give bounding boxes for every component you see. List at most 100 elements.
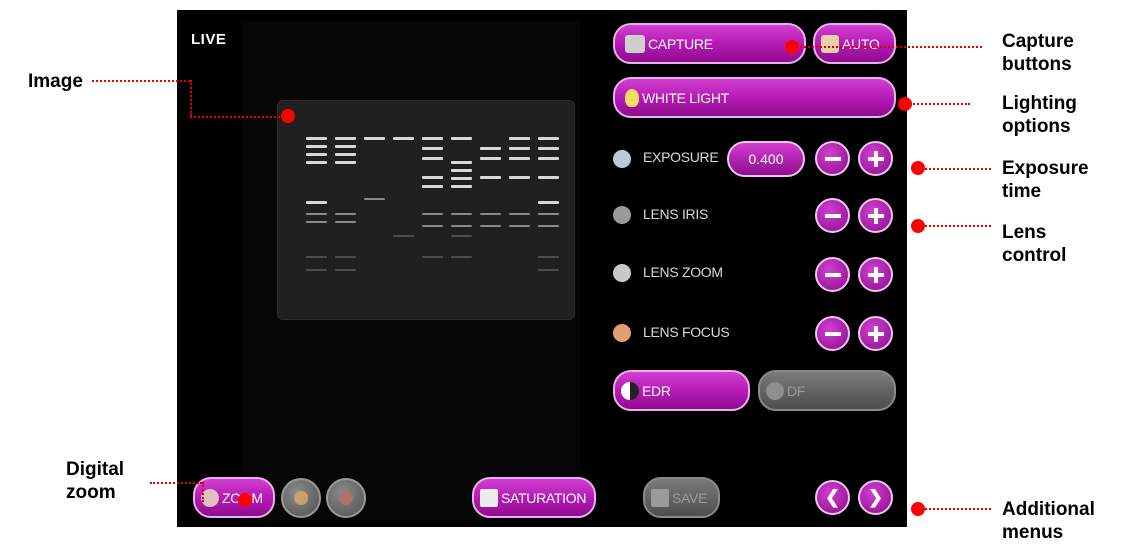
previous-button[interactable]: ❮ bbox=[815, 480, 850, 515]
gel-band bbox=[509, 213, 530, 215]
gel-band bbox=[451, 213, 472, 215]
zoom-in-button[interactable] bbox=[281, 478, 321, 518]
connector-digital-zoom bbox=[150, 482, 202, 484]
gel-band bbox=[451, 161, 472, 164]
annotation-exposure-line1: Exposure bbox=[1002, 158, 1089, 179]
gel-band bbox=[393, 235, 414, 237]
half-moon-icon bbox=[621, 381, 639, 400]
annotation-lens-line1: Lens bbox=[1002, 222, 1047, 243]
iris-icon bbox=[613, 206, 631, 224]
gel-band bbox=[335, 161, 356, 164]
gel-band bbox=[538, 201, 559, 204]
gel-band bbox=[335, 269, 356, 271]
gel-band bbox=[509, 137, 530, 140]
gel-band bbox=[451, 235, 472, 237]
minus-icon bbox=[824, 151, 841, 167]
gel-band bbox=[306, 221, 327, 223]
save-button[interactable]: SAVE bbox=[643, 477, 720, 518]
camera-icon bbox=[625, 34, 645, 53]
stopwatch-icon bbox=[613, 150, 631, 168]
gel-band bbox=[509, 147, 530, 150]
exposure-minus-button[interactable] bbox=[815, 141, 850, 176]
magnifier-icon bbox=[294, 491, 308, 505]
annotation-exposure-line2: time bbox=[1002, 181, 1042, 202]
focus-plus-button[interactable] bbox=[858, 316, 893, 351]
gel-band bbox=[422, 225, 443, 227]
edr-button[interactable]: EDR bbox=[613, 370, 750, 411]
gel-band bbox=[480, 157, 501, 160]
zoom-reset-button[interactable] bbox=[326, 478, 366, 518]
gel-band bbox=[538, 213, 559, 215]
gel-band bbox=[306, 137, 327, 140]
minus-icon bbox=[824, 267, 841, 283]
next-button[interactable]: ❯ bbox=[858, 480, 893, 515]
arrow-right-icon: ❯ bbox=[867, 487, 884, 507]
annotation-additional-line2: menus bbox=[1002, 522, 1064, 543]
gel-band bbox=[538, 157, 559, 160]
capture-button[interactable]: CAPTURE bbox=[613, 23, 806, 64]
annotation-capture: Capture buttons bbox=[1002, 30, 1074, 76]
lens-zoom-label: LENS ZOOM bbox=[643, 264, 723, 280]
gel-band bbox=[538, 176, 559, 179]
auto-icon bbox=[821, 34, 839, 53]
saturation-button[interactable]: SATURATION bbox=[472, 477, 596, 518]
saturation-icon bbox=[480, 488, 498, 507]
gel-band bbox=[509, 225, 530, 227]
gel-band bbox=[480, 213, 501, 215]
annotation-digital-zoom-line2: zoom bbox=[66, 482, 116, 503]
lens-zoom-plus-button[interactable] bbox=[858, 257, 893, 292]
capture-button-label: CAPTURE bbox=[648, 35, 713, 52]
minus-icon bbox=[824, 326, 841, 342]
lens-focus-label: LENS FOCUS bbox=[643, 324, 730, 340]
plus-icon bbox=[867, 207, 884, 224]
iris-minus-button[interactable] bbox=[815, 198, 850, 233]
arrow-left-icon: ❮ bbox=[824, 487, 841, 507]
auto-button[interactable]: AUTO bbox=[813, 23, 896, 64]
df-icon bbox=[766, 381, 784, 400]
white-light-label: WHITE LIGHT bbox=[642, 89, 729, 106]
connector-image bbox=[92, 80, 190, 82]
annotation-image: Image bbox=[28, 71, 83, 92]
gel-band bbox=[509, 176, 530, 179]
gel-band bbox=[335, 145, 356, 148]
gel-band bbox=[306, 256, 327, 258]
iris-plus-button[interactable] bbox=[858, 198, 893, 233]
annotation-digital-zoom-line1: Digital bbox=[66, 459, 125, 480]
lens-iris-label: LENS IRIS bbox=[643, 206, 708, 222]
gel-band bbox=[451, 256, 472, 258]
focus-minus-button[interactable] bbox=[815, 316, 850, 351]
marker-additional bbox=[911, 502, 925, 516]
connector-lens bbox=[925, 225, 991, 227]
gel-band bbox=[335, 221, 356, 223]
annotation-capture-line1: Capture bbox=[1002, 31, 1074, 52]
df-button[interactable]: DF bbox=[758, 370, 896, 411]
gel-band bbox=[538, 147, 559, 150]
gel-band bbox=[451, 177, 472, 180]
edr-label: EDR bbox=[642, 382, 671, 399]
gel-band bbox=[422, 185, 443, 188]
live-label: LIVE bbox=[191, 31, 227, 48]
gel-band bbox=[364, 198, 385, 200]
gel-band bbox=[422, 256, 443, 258]
exposure-value-field[interactable]: 0.400 bbox=[727, 141, 805, 177]
df-label: DF bbox=[787, 382, 806, 399]
gel-band bbox=[538, 269, 559, 271]
gel-band bbox=[480, 176, 501, 179]
annotation-lens: Lens control bbox=[1002, 221, 1066, 267]
connector-digital-zoom-vertical bbox=[202, 482, 204, 502]
auto-button-label: AUTO bbox=[842, 35, 880, 52]
gel-band bbox=[364, 137, 385, 140]
eye-icon bbox=[613, 324, 631, 342]
lens-zoom-minus-button[interactable] bbox=[815, 257, 850, 292]
annotation-exposure: Exposure time bbox=[1002, 157, 1089, 203]
zoom-button[interactable]: ZOOM bbox=[193, 477, 275, 518]
gel-band bbox=[451, 225, 472, 227]
gel-band bbox=[306, 161, 327, 164]
marker-exposure bbox=[911, 161, 925, 175]
plus-icon bbox=[867, 325, 884, 342]
white-light-button[interactable]: WHITE LIGHT bbox=[613, 77, 896, 118]
exposure-plus-button[interactable] bbox=[858, 141, 893, 176]
marker-digital-zoom bbox=[238, 493, 252, 507]
connector-additional bbox=[925, 508, 991, 510]
annotation-lighting-line1: Lighting bbox=[1002, 93, 1077, 114]
